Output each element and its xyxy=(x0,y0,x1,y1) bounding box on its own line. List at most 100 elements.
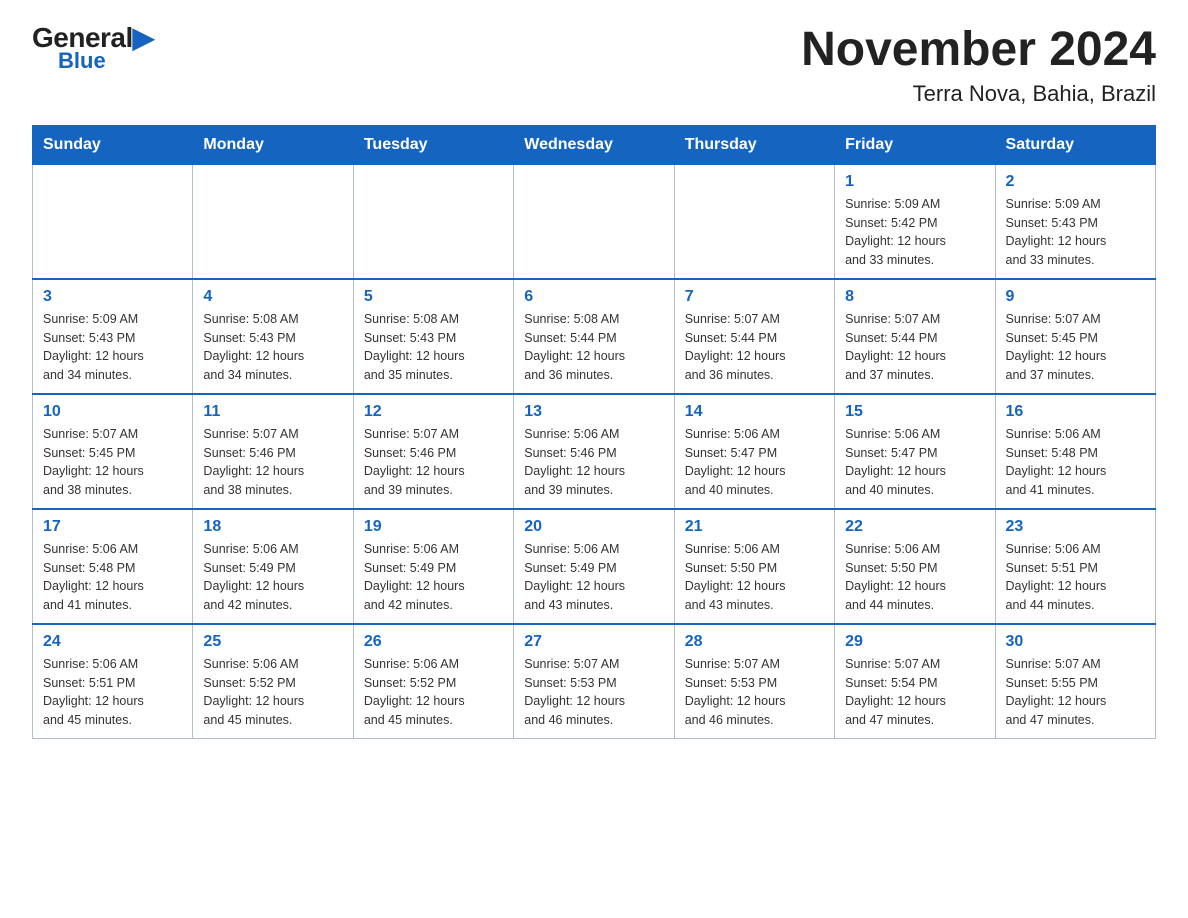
day-number: 29 xyxy=(845,633,984,651)
day-info: Sunrise: 5:09 AMSunset: 5:43 PMDaylight:… xyxy=(43,310,182,385)
day-number: 9 xyxy=(1006,288,1145,306)
calendar-cell: 8 Sunrise: 5:07 AMSunset: 5:44 PMDaylight… xyxy=(835,279,995,394)
day-info: Sunrise: 5:06 AMSunset: 5:46 PMDaylight:… xyxy=(524,425,663,500)
day-info: Sunrise: 5:06 AMSunset: 5:47 PMDaylight:… xyxy=(685,425,824,500)
day-number: 14 xyxy=(685,403,824,421)
day-number: 11 xyxy=(203,403,342,421)
calendar-cell xyxy=(33,164,193,279)
calendar-cell: 4 Sunrise: 5:08 AMSunset: 5:43 PMDaylight… xyxy=(193,279,353,394)
calendar-cell: 21 Sunrise: 5:06 AMSunset: 5:50 PMDayligh… xyxy=(674,509,834,624)
day-info: Sunrise: 5:06 AMSunset: 5:50 PMDaylight:… xyxy=(845,540,984,615)
calendar-week-row: 17 Sunrise: 5:06 AMSunset: 5:48 PMDayligh… xyxy=(33,509,1156,624)
title-block: November 2024 Terra Nova, Bahia, Brazil xyxy=(801,24,1156,107)
day-info: Sunrise: 5:07 AMSunset: 5:46 PMDaylight:… xyxy=(364,425,503,500)
calendar-cell xyxy=(193,164,353,279)
day-number: 16 xyxy=(1006,403,1145,421)
day-number: 13 xyxy=(524,403,663,421)
day-info: Sunrise: 5:06 AMSunset: 5:50 PMDaylight:… xyxy=(685,540,824,615)
calendar-cell: 7 Sunrise: 5:07 AMSunset: 5:44 PMDaylight… xyxy=(674,279,834,394)
day-number: 21 xyxy=(685,518,824,536)
calendar-cell: 5 Sunrise: 5:08 AMSunset: 5:43 PMDaylight… xyxy=(353,279,513,394)
day-number: 26 xyxy=(364,633,503,651)
calendar-cell: 2 Sunrise: 5:09 AMSunset: 5:43 PMDaylight… xyxy=(995,164,1155,279)
weekday-header-sunday: Sunday xyxy=(33,125,193,164)
day-number: 8 xyxy=(845,288,984,306)
calendar-header-row: SundayMondayTuesdayWednesdayThursdayFrid… xyxy=(33,125,1156,164)
day-info: Sunrise: 5:06 AMSunset: 5:49 PMDaylight:… xyxy=(524,540,663,615)
day-number: 30 xyxy=(1006,633,1145,651)
logo: General▶ Blue xyxy=(32,24,154,74)
day-number: 5 xyxy=(364,288,503,306)
calendar-cell: 10 Sunrise: 5:07 AMSunset: 5:45 PMDayligh… xyxy=(33,394,193,509)
day-info: Sunrise: 5:06 AMSunset: 5:48 PMDaylight:… xyxy=(1006,425,1145,500)
day-info: Sunrise: 5:07 AMSunset: 5:44 PMDaylight:… xyxy=(845,310,984,385)
day-info: Sunrise: 5:07 AMSunset: 5:45 PMDaylight:… xyxy=(1006,310,1145,385)
day-number: 1 xyxy=(845,173,984,191)
weekday-header-thursday: Thursday xyxy=(674,125,834,164)
weekday-header-saturday: Saturday xyxy=(995,125,1155,164)
calendar-cell xyxy=(353,164,513,279)
calendar-cell: 15 Sunrise: 5:06 AMSunset: 5:47 PMDayligh… xyxy=(835,394,995,509)
calendar-cell: 23 Sunrise: 5:06 AMSunset: 5:51 PMDayligh… xyxy=(995,509,1155,624)
calendar-cell: 12Sunrise: 5:07 AMSunset: 5:46 PMDayligh… xyxy=(353,394,513,509)
calendar-cell: 29 Sunrise: 5:07 AMSunset: 5:54 PMDayligh… xyxy=(835,624,995,739)
day-number: 17 xyxy=(43,518,182,536)
day-number: 10 xyxy=(43,403,182,421)
calendar-week-row: 1 Sunrise: 5:09 AMSunset: 5:42 PMDaylight… xyxy=(33,164,1156,279)
day-info: Sunrise: 5:07 AMSunset: 5:54 PMDaylight:… xyxy=(845,655,984,730)
day-info: Sunrise: 5:06 AMSunset: 5:51 PMDaylight:… xyxy=(1006,540,1145,615)
day-info: Sunrise: 5:09 AMSunset: 5:42 PMDaylight:… xyxy=(845,195,984,270)
day-info: Sunrise: 5:06 AMSunset: 5:47 PMDaylight:… xyxy=(845,425,984,500)
calendar-cell: 24Sunrise: 5:06 AMSunset: 5:51 PMDayligh… xyxy=(33,624,193,739)
calendar-week-row: 24Sunrise: 5:06 AMSunset: 5:51 PMDayligh… xyxy=(33,624,1156,739)
day-number: 19 xyxy=(364,518,503,536)
weekday-header-friday: Friday xyxy=(835,125,995,164)
day-info: Sunrise: 5:07 AMSunset: 5:44 PMDaylight:… xyxy=(685,310,824,385)
day-number: 4 xyxy=(203,288,342,306)
day-info: Sunrise: 5:07 AMSunset: 5:46 PMDaylight:… xyxy=(203,425,342,500)
calendar-cell: 3 Sunrise: 5:09 AMSunset: 5:43 PMDaylight… xyxy=(33,279,193,394)
day-number: 22 xyxy=(845,518,984,536)
day-number: 25 xyxy=(203,633,342,651)
day-info: Sunrise: 5:08 AMSunset: 5:44 PMDaylight:… xyxy=(524,310,663,385)
day-number: 15 xyxy=(845,403,984,421)
day-number: 20 xyxy=(524,518,663,536)
calendar-cell: 19Sunrise: 5:06 AMSunset: 5:49 PMDayligh… xyxy=(353,509,513,624)
calendar-cell: 26 Sunrise: 5:06 AMSunset: 5:52 PMDayligh… xyxy=(353,624,513,739)
calendar-cell: 30Sunrise: 5:07 AMSunset: 5:55 PMDayligh… xyxy=(995,624,1155,739)
day-number: 23 xyxy=(1006,518,1145,536)
page-title: November 2024 xyxy=(801,24,1156,77)
weekday-header-tuesday: Tuesday xyxy=(353,125,513,164)
calendar-week-row: 3 Sunrise: 5:09 AMSunset: 5:43 PMDaylight… xyxy=(33,279,1156,394)
page-subtitle: Terra Nova, Bahia, Brazil xyxy=(801,81,1156,107)
calendar-week-row: 10 Sunrise: 5:07 AMSunset: 5:45 PMDayligh… xyxy=(33,394,1156,509)
calendar-cell: 22 Sunrise: 5:06 AMSunset: 5:50 PMDayligh… xyxy=(835,509,995,624)
day-info: Sunrise: 5:07 AMSunset: 5:45 PMDaylight:… xyxy=(43,425,182,500)
day-number: 24 xyxy=(43,633,182,651)
calendar-cell: 16 Sunrise: 5:06 AMSunset: 5:48 PMDayligh… xyxy=(995,394,1155,509)
day-info: Sunrise: 5:08 AMSunset: 5:43 PMDaylight:… xyxy=(364,310,503,385)
calendar-cell: 27 Sunrise: 5:07 AMSunset: 5:53 PMDayligh… xyxy=(514,624,674,739)
calendar-cell: 20 Sunrise: 5:06 AMSunset: 5:49 PMDayligh… xyxy=(514,509,674,624)
day-info: Sunrise: 5:09 AMSunset: 5:43 PMDaylight:… xyxy=(1006,195,1145,270)
calendar-cell: 14 Sunrise: 5:06 AMSunset: 5:47 PMDayligh… xyxy=(674,394,834,509)
calendar-cell: 17 Sunrise: 5:06 AMSunset: 5:48 PMDayligh… xyxy=(33,509,193,624)
day-info: Sunrise: 5:06 AMSunset: 5:52 PMDaylight:… xyxy=(364,655,503,730)
day-number: 18 xyxy=(203,518,342,536)
day-number: 7 xyxy=(685,288,824,306)
calendar-cell: 18 Sunrise: 5:06 AMSunset: 5:49 PMDayligh… xyxy=(193,509,353,624)
calendar-table: SundayMondayTuesdayWednesdayThursdayFrid… xyxy=(32,125,1156,739)
day-info: Sunrise: 5:06 AMSunset: 5:52 PMDaylight:… xyxy=(203,655,342,730)
weekday-header-wednesday: Wednesday xyxy=(514,125,674,164)
day-number: 28 xyxy=(685,633,824,651)
calendar-cell: 1 Sunrise: 5:09 AMSunset: 5:42 PMDaylight… xyxy=(835,164,995,279)
day-info: Sunrise: 5:06 AMSunset: 5:48 PMDaylight:… xyxy=(43,540,182,615)
day-number: 27 xyxy=(524,633,663,651)
day-number: 3 xyxy=(43,288,182,306)
day-info: Sunrise: 5:06 AMSunset: 5:49 PMDaylight:… xyxy=(203,540,342,615)
day-number: 2 xyxy=(1006,173,1145,191)
calendar-cell xyxy=(514,164,674,279)
logo-blue: Blue xyxy=(58,48,106,74)
day-info: Sunrise: 5:08 AMSunset: 5:43 PMDaylight:… xyxy=(203,310,342,385)
day-info: Sunrise: 5:07 AMSunset: 5:53 PMDaylight:… xyxy=(524,655,663,730)
